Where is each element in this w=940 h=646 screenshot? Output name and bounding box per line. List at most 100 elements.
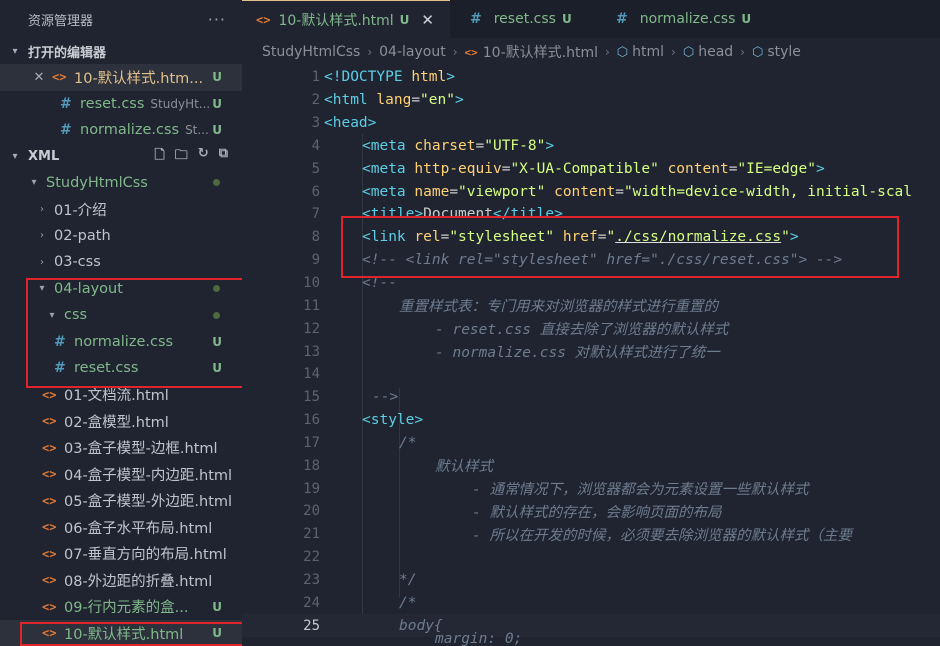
code-line: 2 <html lang="en"> <box>242 89 940 112</box>
folder-item[interactable]: › 01-介绍 <box>0 196 242 223</box>
chevron-down-icon: ▾ <box>39 283 45 295</box>
html-file-icon: <> <box>42 573 57 588</box>
line-number: 22 <box>303 549 320 566</box>
modified-dot <box>213 311 220 319</box>
css-file-icon: # <box>54 333 66 350</box>
untracked-badge: U <box>212 334 222 349</box>
line-number: 25 <box>303 617 320 634</box>
breadcrumb-item[interactable]: 10-默认样式.html <box>483 42 598 62</box>
file-item[interactable]: <> 01-文档流.html <box>0 382 242 409</box>
tab-bar: <> 10-默认样式.html U ✕ # reset.css U # norm… <box>242 0 940 38</box>
file-label: reset.css <box>74 360 139 377</box>
css-file-icon: # <box>470 11 482 27</box>
folder-label: 04-layout <box>54 280 123 297</box>
open-editors-header[interactable]: ▾ 打开的编辑器 <box>0 38 242 64</box>
close-icon[interactable]: ✕ <box>32 70 46 85</box>
html-file-icon: <> <box>42 520 57 535</box>
folder-item[interactable]: › 03-css <box>0 249 242 276</box>
code-line: 3 <head> <box>242 112 940 135</box>
code-line: margin: 0; <box>435 631 523 646</box>
more-actions-icon[interactable]: ··· <box>208 10 226 29</box>
line-number: 8 <box>311 229 320 246</box>
editor-pane: <> 10-默认样式.html U ✕ # reset.css U # norm… <box>242 0 940 646</box>
line-number: 11 <box>303 297 320 314</box>
file-item[interactable]: # reset.css U <box>0 355 242 382</box>
file-label: 08-外边距的折叠.html <box>64 573 213 590</box>
file-item[interactable]: <> 08-外边距的折叠.html <box>0 567 242 594</box>
css-file-icon: # <box>54 360 66 377</box>
file-item[interactable]: <> 07-垂直方向的布局.html <box>0 541 242 568</box>
chevron-down-icon: ▾ <box>12 45 18 57</box>
chevron-right-icon: › <box>367 45 373 59</box>
untracked-badge: U <box>399 12 410 27</box>
close-icon[interactable]: ✕ <box>421 11 434 29</box>
line-number: 13 <box>303 343 320 360</box>
file-item-active[interactable]: <> 10-默认样式.html U <box>0 620 242 646</box>
file-item[interactable]: <> 03-盒子模型-边框.html <box>0 435 242 462</box>
chevron-right-icon: › <box>40 256 44 268</box>
css-file-icon: # <box>616 11 628 27</box>
file-item[interactable]: # normalize.css U <box>0 329 242 356</box>
line-number: 12 <box>303 320 320 337</box>
open-editor-item[interactable]: # reset.css StudyHt... U <box>0 91 242 118</box>
folder-label: css <box>64 307 88 324</box>
refresh-icon[interactable]: ↻ <box>198 146 209 168</box>
element-icon: ⬡ <box>616 44 629 60</box>
new-folder-icon[interactable]: 🗀 <box>175 146 188 168</box>
file-item[interactable]: <> 06-盒子水平布局.html <box>0 514 242 541</box>
open-editor-path: StudyHt... <box>150 96 211 111</box>
html-file-icon: <> <box>256 12 271 27</box>
folder-css[interactable]: ▾ css <box>0 302 242 329</box>
code-line: 19- 通常情况下，浏览器都会为元素设置一些默认样式 <box>242 477 940 500</box>
open-editor-name: normalize.css <box>80 122 180 139</box>
line-number: 18 <box>303 457 320 474</box>
breadcrumb-item[interactable]: StudyHtmlCss <box>262 44 360 60</box>
breadcrumb-item[interactable]: style <box>767 44 801 60</box>
code-line: 8 <link rel="stylesheet" href="./css/norm… <box>242 226 940 249</box>
html-file-icon: <> <box>42 467 57 482</box>
untracked-badge: U <box>212 626 222 641</box>
chevron-right-icon: › <box>452 45 458 59</box>
line-number: 16 <box>303 412 320 429</box>
folder-04-layout[interactable]: ▾ 04-layout <box>0 276 242 303</box>
file-item[interactable]: <> 04-盒子模型-内边距.html <box>0 461 242 488</box>
new-file-icon[interactable]: 🗋 <box>154 146 164 168</box>
file-item[interactable]: <> 02-盒模型.html <box>0 408 242 435</box>
folder-item[interactable]: › 02-path <box>0 223 242 250</box>
open-editor-item[interactable]: ✕ <> 10-默认样式.htm... U <box>0 64 242 91</box>
tab-label: reset.css <box>493 11 556 27</box>
line-number: 19 <box>303 480 320 497</box>
breadcrumb-item[interactable]: head <box>698 44 733 60</box>
modified-dot <box>213 285 220 293</box>
folder-label: 01-介绍 <box>54 202 107 219</box>
tab-10-default-style[interactable]: <> 10-默认样式.html U ✕ <box>242 0 450 38</box>
line-number: 23 <box>303 571 320 588</box>
tab-normalize-css[interactable]: # normalize.css U <box>590 0 760 38</box>
code-line: 18 默认样式 <box>242 454 940 477</box>
css-file-icon: # <box>60 122 72 139</box>
breadcrumb-item[interactable]: 04-layout <box>379 44 446 60</box>
tab-reset-css[interactable]: # reset.css U <box>450 0 590 38</box>
line-number: 9 <box>311 252 320 269</box>
line-number: 15 <box>303 389 320 406</box>
chevron-right-icon: › <box>740 45 745 59</box>
workspace-header[interactable]: ▾ XML 🗋 🗀 ↻ ⧉ <box>0 144 242 170</box>
tab-label: normalize.css <box>639 11 736 27</box>
folder-studyhtmlcss[interactable]: ▾ StudyHtmlCss <box>0 170 242 197</box>
html-file-icon: <> <box>464 45 478 59</box>
file-label: 03-盒子模型-边框.html <box>64 441 218 458</box>
file-item[interactable]: <> 05-盒子模型-外边距.html <box>0 488 242 515</box>
line-number: 2 <box>311 92 320 109</box>
code-editor[interactable]: 1 <!DOCTYPE html> 2 <html lang="en"> 3 <hea… <box>242 66 940 646</box>
collapse-all-icon[interactable]: ⧉ <box>219 146 228 168</box>
file-item[interactable]: <> 09-行内元素的盒... U <box>0 594 242 621</box>
breadcrumb-item[interactable]: html <box>632 44 664 60</box>
html-file-icon: <> <box>42 440 57 455</box>
open-editor-item[interactable]: # normalize.css St... U <box>0 117 242 144</box>
file-label: 06-盒子水平布局.html <box>64 520 213 537</box>
code-line: 13- normalize.css 对默认样式进行了统一 <box>242 340 940 363</box>
line-number: 1 <box>311 69 320 86</box>
chevron-down-icon: ▾ <box>49 309 55 321</box>
line-number: 17 <box>303 434 320 451</box>
code-line: 23 */ <box>242 569 940 592</box>
